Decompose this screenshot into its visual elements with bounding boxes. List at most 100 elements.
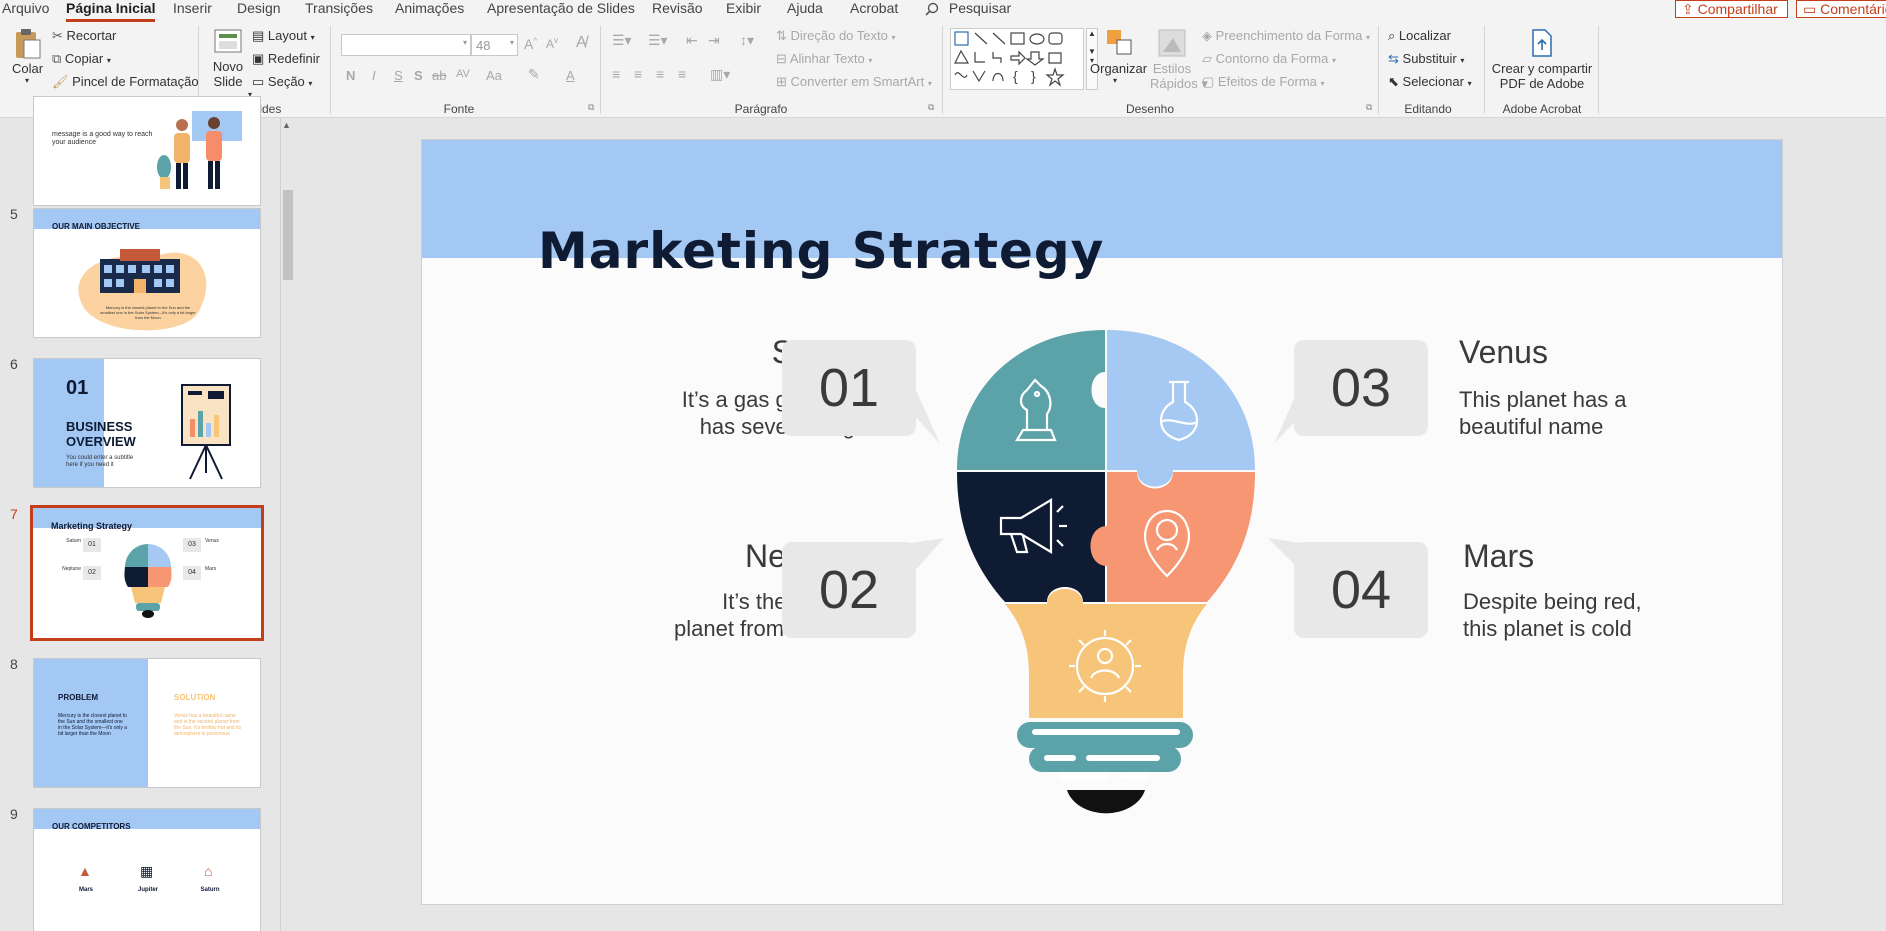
numbering-icon[interactable]: ☰▾ [648, 32, 668, 49]
lightbulb-puzzle[interactable] [957, 330, 1257, 830]
align-left-icon[interactable]: ≡ [612, 66, 620, 82]
slide-thumbnail[interactable]: PROBLEM Mercury is the closest planet to… [33, 658, 261, 788]
line-spacing-icon[interactable]: ↕▾ [740, 32, 754, 49]
grow-font-button[interactable]: A^ [524, 36, 537, 52]
find-label: Localizar [1398, 28, 1451, 43]
font-group-label: Fonte [443, 102, 475, 116]
reset-button[interactable]: ▣ Redefinir [252, 51, 320, 67]
planet-desc-mars[interactable]: Despite being red, this planet is cold [1463, 588, 1763, 642]
font-name-input[interactable]: ▾ [341, 34, 471, 56]
columns-icon[interactable]: ▥▾ [710, 66, 730, 83]
bold-button[interactable]: N [346, 68, 355, 83]
shapes-icon: {} [954, 31, 1065, 87]
tab-apresentacao[interactable]: Apresentação de Slides [487, 0, 635, 22]
search-icon [925, 3, 939, 16]
chevron-down-icon: ▾ [462, 38, 467, 47]
bubble-tail [892, 390, 940, 444]
bubble-tail [1268, 538, 1320, 574]
tab-inserir[interactable]: Inserir [173, 0, 212, 22]
slide-thumbnail[interactable]: OUR COMPETITORS ▲ ▦ ⌂ Mars Jupiter Satur… [33, 808, 261, 931]
slide-title[interactable]: Marketing Strategy [538, 222, 1104, 280]
tab-animacoes[interactable]: Animações [395, 0, 464, 22]
change-case-button[interactable]: Aa [486, 68, 502, 83]
copy-button[interactable]: ⧉ Copiar ▾ [52, 51, 111, 67]
select-button[interactable]: ⬉ Selecionar ▾ [1388, 74, 1472, 90]
mini-box-04: 04 [183, 566, 201, 580]
copy-icon: ⧉ [52, 51, 62, 66]
quick-styles-button[interactable]: Estilos Rápidos ▾ [1150, 28, 1208, 92]
thumbnail-title: OUR COMPETITORS [52, 822, 131, 831]
tab-arquivo[interactable]: Arquivo [2, 0, 49, 22]
new-slide-button[interactable]: Novo Slide [208, 28, 248, 89]
shape-effects-button[interactable]: ▢ Efeitos de Forma ▾ [1202, 74, 1325, 90]
font-color-button[interactable]: A [566, 68, 575, 83]
shapes-gallery[interactable]: {} [950, 28, 1084, 90]
slide-canvas[interactable]: Marketing Strategy Saturn It’s a gas gia… [421, 139, 1783, 905]
planet-desc-venus[interactable]: This planet has a beautiful name [1459, 386, 1759, 440]
slide-thumbnail[interactable]: OUR MAIN OBJECTIVE Mercury is the closes… [33, 208, 261, 338]
bullets-icon[interactable]: ☰▾ [612, 32, 632, 49]
chevron-down-icon: ▾ [24, 76, 29, 85]
slide-thumbnail[interactable]: message is a good way to reach your audi… [33, 96, 261, 206]
scroll-up-icon[interactable]: ▲ [282, 120, 291, 130]
slide-number: 7 [10, 506, 18, 522]
tab-design[interactable]: Design [237, 0, 281, 22]
paste-button[interactable]: Colar ▾ [12, 28, 43, 85]
font-size-input[interactable]: 48 ▾ [471, 34, 518, 56]
desc-line: this planet is cold [1463, 616, 1632, 641]
section-button[interactable]: ▭ Seção ▾ [252, 74, 312, 90]
decrease-indent-icon[interactable]: ⇤ [686, 32, 698, 49]
align-text-button[interactable]: ⊟ Alinhar Texto ▾ [776, 51, 872, 67]
align-center-icon[interactable]: ≡ [634, 66, 642, 82]
text-direction-button[interactable]: ⇅ Direção do Texto ▾ [776, 28, 896, 44]
search-box[interactable]: Pesquisar [925, 0, 1011, 22]
shrink-font-button[interactable]: Av [546, 36, 558, 51]
smartart-button[interactable]: ⊞ Converter em SmartArt ▾ [776, 74, 932, 90]
tab-pagina-inicial[interactable]: Página Inicial [66, 0, 156, 22]
tab-revisao[interactable]: Revisão [652, 0, 703, 22]
justify-icon[interactable]: ≡ [678, 66, 686, 82]
chevron-down-icon: ▾ [1365, 33, 1370, 42]
layout-button[interactable]: ▤ Layout ▾ [252, 28, 315, 44]
italic-button[interactable]: I [372, 68, 376, 83]
increase-indent-icon[interactable]: ⇥ [708, 32, 720, 49]
strikethrough-button[interactable]: ab [432, 68, 446, 83]
tab-transicoes[interactable]: Transições [305, 0, 373, 22]
arrange-button[interactable]: Organizar ▾ [1090, 28, 1147, 85]
planet-name-mars[interactable]: Mars [1463, 538, 1534, 575]
tab-exibir[interactable]: Exibir [726, 0, 761, 22]
scrollbar-thumb[interactable] [283, 190, 293, 280]
clear-format-icon[interactable]: A̸ [576, 34, 587, 52]
dialog-launcher-icon[interactable]: ⧉ [588, 102, 594, 113]
replace-button[interactable]: ⇆ Substituir ▾ [1388, 51, 1464, 67]
create-pdf-button[interactable]: Crear y compartir PDF de Adobe [1490, 28, 1594, 91]
slide-number: 8 [10, 656, 18, 672]
comments-button[interactable]: ▭ Comentários [1796, 0, 1886, 18]
dialog-launcher-icon[interactable]: ⧉ [928, 102, 934, 113]
tab-acrobat[interactable]: Acrobat [850, 0, 898, 22]
underline-button[interactable]: S [394, 68, 403, 83]
brush-icon: 🖌 [52, 74, 69, 89]
slide-thumbnail[interactable]: 01 BUSINESS OVERVIEW You could enter a s… [33, 358, 261, 488]
highlight-icon[interactable]: ✎ [528, 66, 540, 83]
text-direction-label: Direção do Texto [790, 28, 888, 43]
replace-icon: ⇆ [1388, 51, 1399, 66]
chevron-down-icon: ▾ [1320, 79, 1325, 88]
char-spacing-button[interactable]: AV [456, 68, 470, 80]
format-painter-button[interactable]: 🖌 Pincel de Formatação [52, 74, 199, 90]
shape-fill-button[interactable]: ◈ Preenchimento da Forma ▾ [1202, 28, 1370, 44]
dialog-launcher-icon[interactable]: ⧉ [1366, 102, 1372, 113]
shape-outline-button[interactable]: ▱ Contorno da Forma ▾ [1202, 51, 1336, 67]
shadow-button[interactable]: S [414, 68, 423, 83]
smartart-icon: ⊞ [776, 74, 787, 89]
puzzle-piece-teal [957, 330, 1105, 470]
text-direction-icon: ⇅ [776, 28, 787, 43]
tab-ajuda[interactable]: Ajuda [787, 0, 823, 22]
ribbon: Colar ▾ ✂ Recortar ⧉ Copiar ▾ 🖌 Pincel d… [0, 22, 1886, 118]
planet-name-venus[interactable]: Venus [1459, 334, 1548, 371]
share-button[interactable]: ⇪ Compartilhar [1675, 0, 1788, 18]
align-right-icon[interactable]: ≡ [656, 66, 664, 82]
cut-button[interactable]: ✂ Recortar [52, 28, 116, 44]
find-button[interactable]: ⌕ Localizar [1388, 28, 1451, 44]
slide-thumbnail-selected[interactable]: Marketing Strategy 01 02 03 04 Saturn Ne… [30, 505, 264, 641]
